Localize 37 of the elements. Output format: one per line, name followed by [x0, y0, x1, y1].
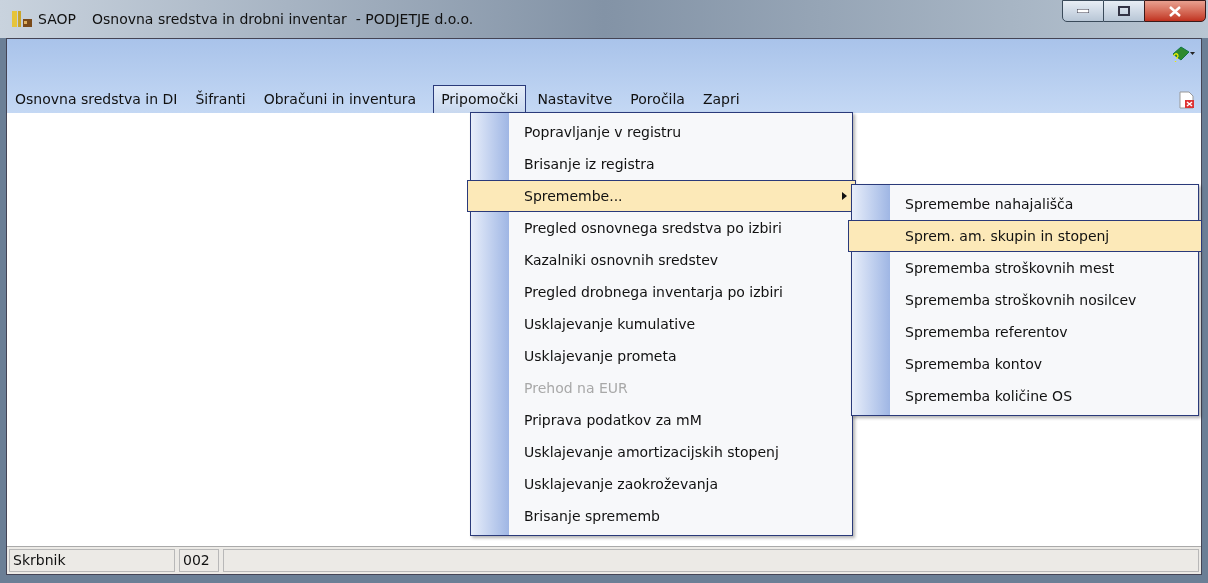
menu-item[interactable]: Sprememba referentov: [852, 316, 1198, 348]
menu-bar-item[interactable]: Pripomočki: [433, 85, 527, 113]
menu-bar-item[interactable]: Osnovna sredstva in DI: [9, 85, 184, 113]
minimize-icon: [1077, 9, 1089, 13]
app-icon: [12, 10, 34, 28]
status-bar-field: Skrbnik: [9, 549, 175, 572]
menu-item[interactable]: Usklajevanje amortizacijskih stopenj: [471, 436, 852, 468]
app-name: SAOP: [38, 9, 76, 29]
menu-bar-item[interactable]: Nastavitve: [531, 85, 619, 113]
menu-bar-item[interactable]: Zapri: [696, 85, 746, 113]
menu-item[interactable]: Priprava podatkov za mM: [471, 404, 852, 436]
window-title: Osnovna sredstva in drobni inventar - PODJETJE d.o.o.: [91, 9, 474, 29]
menu-bar-item[interactable]: Poročila: [624, 85, 691, 113]
menu-item[interactable]: Pregled drobnega inventarja po izbiri: [471, 276, 852, 308]
maximize-button[interactable]: [1104, 0, 1144, 22]
help-book-icon[interactable]: [1171, 45, 1195, 63]
menu-item[interactable]: Sprememba stroškovnih nosilcev: [852, 284, 1198, 316]
menu-item[interactable]: Brisanje sprememb: [471, 500, 852, 532]
menu-item[interactable]: Usklajevanje prometa: [471, 340, 852, 372]
menu-item[interactable]: Brisanje iz registra: [471, 148, 852, 180]
menu-item[interactable]: Usklajevanje kumulative: [471, 308, 852, 340]
menu-item[interactable]: Sprememba kontov: [852, 348, 1198, 380]
close-button[interactable]: [1144, 0, 1206, 22]
menu-item[interactable]: Sprememba stroškovnih mest: [852, 252, 1198, 284]
menu-item[interactable]: Popravljanje v registru: [471, 116, 852, 148]
menu-item[interactable]: Spremembe...: [467, 180, 856, 212]
maximize-icon: [1118, 6, 1130, 16]
menu-item[interactable]: Usklajevanje zaokroževanja: [471, 468, 852, 500]
menu-item[interactable]: Sprememba količine OS: [852, 380, 1198, 412]
close-document-icon[interactable]: [1179, 91, 1195, 109]
submenu-arrow-icon: [842, 192, 847, 200]
menu-bar-item[interactable]: Šifranti: [189, 85, 252, 113]
close-icon: [1169, 5, 1181, 17]
menu-bar-item[interactable]: Obračuni in inventura: [257, 85, 423, 113]
minimize-button[interactable]: [1062, 0, 1104, 22]
menu-item[interactable]: Sprem. am. skupin in stopenj: [848, 220, 1202, 252]
status-bar-field: 002: [179, 549, 219, 572]
